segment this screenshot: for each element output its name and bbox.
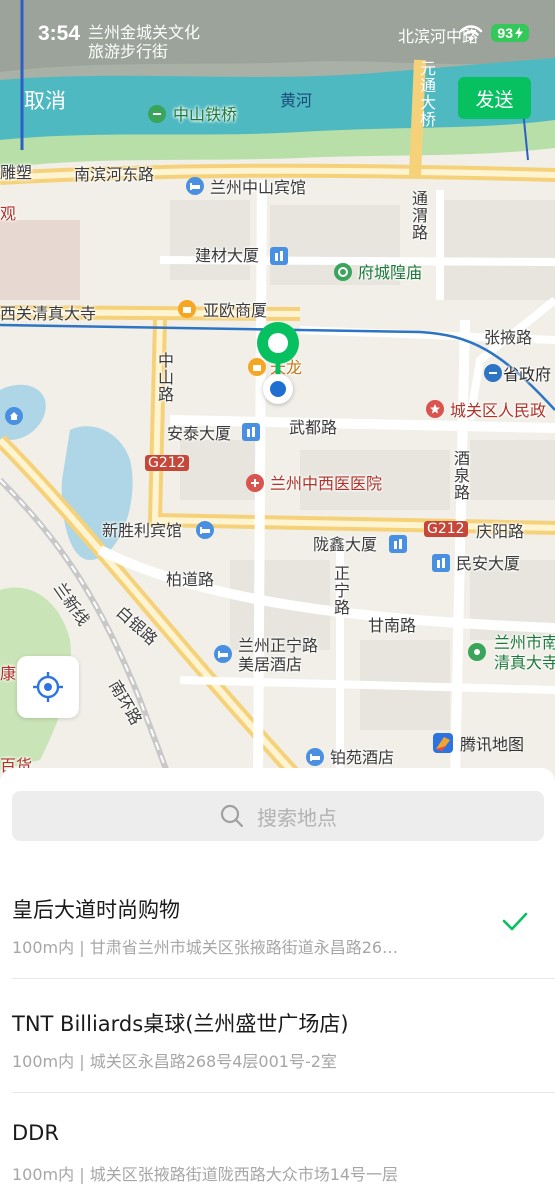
hotel-icon [186, 177, 204, 195]
building-icon [270, 247, 288, 265]
map-label: 甘南路 [368, 616, 417, 635]
map-label: 元通大桥 [417, 60, 436, 128]
map-brand: 腾讯地图 [432, 731, 524, 755]
hospital-icon [246, 474, 264, 492]
result-item-1[interactable]: TNT Billiards桌球(兰州盛世广场店) 100m内 | 城关区永昌路2… [0, 1008, 555, 1120]
map-label: 庆阳路 [476, 522, 525, 541]
map-label: 兰州中西医医院 [270, 474, 383, 493]
map-label: 西关清真大寺 [0, 304, 97, 323]
map-label: 清真大寺 [494, 653, 555, 672]
map-label: 通渭路 [409, 190, 428, 241]
battery-level: 93 [497, 25, 513, 41]
search-bar[interactable]: 搜索地点 [12, 791, 544, 841]
map-label: 兰州正宁路 [238, 636, 319, 655]
result-subtitle: 100m内 | 城关区张掖路街道陇西路大众市场14号一层 [12, 1165, 399, 1184]
highway-badge: G212 [145, 455, 189, 471]
result-subtitle: 100m内 | 城关区永昌路268号4层001号-2室 [12, 1052, 337, 1071]
temple-icon [334, 263, 352, 281]
current-location-dot [263, 374, 293, 404]
result-title: 皇后大道时尚购物 [12, 898, 180, 922]
divider [12, 1092, 555, 1093]
tencent-map-logo-icon [433, 733, 453, 753]
result-title: TNT Billiards桌球(兰州盛世广场店) [12, 1012, 349, 1036]
map-label: 柏道路 [166, 570, 215, 589]
map-label: 张掖路 [484, 328, 533, 347]
hotel-icon [306, 748, 324, 766]
highway-badge: G212 [424, 521, 468, 537]
hotel-icon [196, 521, 214, 539]
building-icon [242, 423, 260, 441]
charging-bolt-icon [515, 27, 523, 39]
result-subtitle: 100m内 | 甘肃省兰州市城关区张掖路街道永昌路26… [12, 938, 399, 957]
map-label: 雕塑 [0, 163, 33, 182]
map-label: 陇鑫大厦 [313, 535, 378, 554]
location-sheet: 搜索地点 皇后大道时尚购物 100m内 | 甘肃省兰州市城关区张掖路街道永昌路2… [0, 768, 555, 1200]
map-label: 正宁路 [331, 565, 350, 616]
map-label: 城关区人民政 [450, 401, 547, 420]
map-label: 南滨河东路 [74, 165, 155, 184]
map-label: 康 [0, 664, 17, 683]
shopping-icon [178, 300, 196, 318]
crosshair-icon [33, 672, 63, 702]
map-label: 酒泉路 [451, 450, 470, 501]
map-label: 铂苑酒店 [330, 748, 395, 767]
building-icon [432, 554, 450, 572]
result-item-0[interactable]: 皇后大道时尚购物 100m内 | 甘肃省兰州市城关区张掖路街道永昌路26… [0, 894, 555, 1006]
home-icon [5, 407, 23, 425]
map-label: 新胜利宾馆 [102, 521, 183, 540]
map-brand-label: 腾讯地图 [460, 735, 525, 754]
map-label: 观 [0, 204, 17, 223]
hotel-icon [214, 645, 232, 663]
map-label: 亚欧商厦 [203, 301, 268, 320]
building-icon [389, 535, 407, 553]
checkmark-icon [502, 912, 528, 931]
search-icon [220, 804, 244, 828]
locate-me-button[interactable] [17, 656, 79, 718]
cancel-button[interactable]: 取消 [24, 85, 66, 115]
bridge-icon [148, 105, 166, 123]
battery-indicator: 93 [491, 24, 529, 42]
map-label: 兰州市南 [494, 633, 555, 652]
map-label: 府城隍庙 [358, 263, 423, 282]
send-button[interactable]: 发送 [458, 77, 531, 119]
result-item-2[interactable]: DDR 100m内 | 城关区张掖路街道陇西路大众市场14号一层 [0, 1121, 555, 1200]
result-title: DDR [12, 1121, 59, 1145]
map-label: 省政府 [503, 365, 552, 384]
search-placeholder: 搜索地点 [257, 805, 337, 830]
metro-station-icon [484, 364, 502, 382]
mosque-icon [468, 643, 486, 661]
divider [12, 978, 555, 979]
map-label: 建材大厦 [195, 246, 260, 265]
status-indicators: 93 [459, 24, 529, 42]
government-star-icon [426, 400, 444, 418]
map-label: 民安大厦 [456, 554, 521, 573]
map-label: 武都路 [289, 418, 338, 437]
map-label: 兰州中山宾馆 [210, 178, 307, 197]
wifi-icon [460, 25, 483, 41]
map-label: 黄河 [280, 91, 313, 110]
map-label: 美居酒店 [238, 655, 303, 674]
map-label: 安泰大厦 [167, 424, 232, 443]
map-label: 中山路 [155, 352, 174, 403]
status-bar: 3:54 93 [0, 0, 555, 70]
status-time: 3:54 [38, 22, 81, 45]
map-label: 中山铁桥 [173, 105, 238, 124]
